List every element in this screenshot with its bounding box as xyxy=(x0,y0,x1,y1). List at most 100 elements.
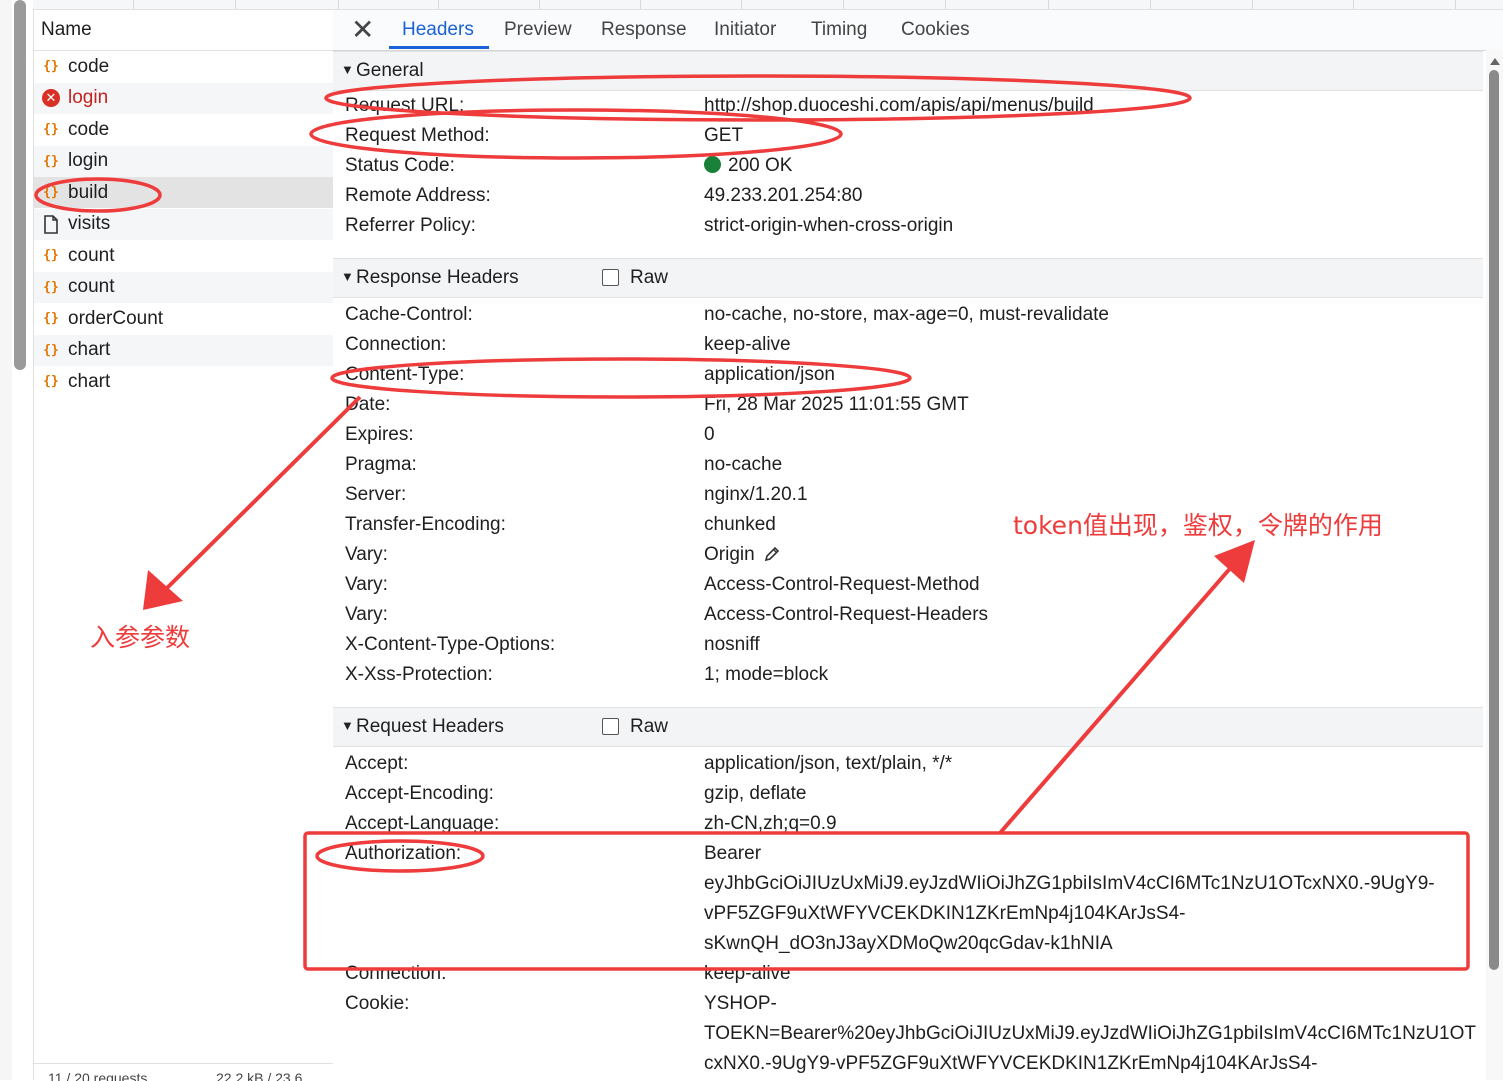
general-section-header[interactable]: ▼ General xyxy=(333,51,1483,91)
tab-initiator[interactable]: Initiator xyxy=(714,19,776,41)
header-value-line[interactable]: eyJhbGciOiJIUzUxMiJ9.eyJzdWIiOiJhZG1pbiI… xyxy=(704,873,1435,895)
header-name[interactable]: Transfer-Encoding: xyxy=(345,514,506,536)
name-column-header[interactable]: Name xyxy=(41,19,92,41)
expand-triangle-icon[interactable]: ▼ xyxy=(341,62,354,77)
expand-triangle-icon[interactable]: ▼ xyxy=(341,718,354,733)
header-value[interactable]: gzip, deflate xyxy=(704,783,806,805)
raw-checkbox[interactable] xyxy=(602,718,619,735)
expand-triangle-icon[interactable]: ▼ xyxy=(341,269,354,284)
tab-timing[interactable]: Timing xyxy=(811,19,867,41)
header-name[interactable]: X-Content-Type-Options: xyxy=(345,634,555,656)
tab-headers[interactable]: Headers xyxy=(402,19,474,41)
header-value-line[interactable]: Bearer xyxy=(704,843,761,865)
header-row: Vary: Access-Control-Request-Method xyxy=(333,571,1483,601)
raw-label[interactable]: Raw xyxy=(630,267,668,289)
request-headers-section-header[interactable]: ▼ Request Headers Raw xyxy=(333,707,1483,747)
header-name[interactable]: Connection: xyxy=(345,334,446,356)
close-icon[interactable]: ✕ xyxy=(351,14,374,46)
header-name[interactable]: Pragma: xyxy=(345,454,417,476)
request-list-header[interactable]: Name xyxy=(34,10,333,51)
header-name[interactable]: Accept: xyxy=(345,753,408,775)
request-row[interactable]: {} code xyxy=(34,51,333,82)
header-name[interactable]: Referrer Policy: xyxy=(345,215,476,237)
error-icon: ✕ xyxy=(42,89,60,107)
header-name[interactable]: Vary: xyxy=(345,574,388,596)
header-value[interactable]: application/json xyxy=(704,364,835,386)
header-name[interactable]: Request Method: xyxy=(345,125,490,147)
header-name[interactable]: Accept-Language: xyxy=(345,813,499,835)
header-name[interactable]: Request URL: xyxy=(345,95,464,117)
raw-checkbox[interactable] xyxy=(602,269,619,286)
header-value-line[interactable]: cxNX0.-9UgY9-vPF5ZGF9uXtWFYVCEKDKIN1ZKrE… xyxy=(704,1053,1317,1075)
header-name[interactable]: Remote Address: xyxy=(345,185,491,207)
pencil-icon[interactable] xyxy=(763,545,781,569)
header-name[interactable]: Cache-Control: xyxy=(345,304,473,326)
header-value[interactable]: 49.233.201.254:80 xyxy=(704,185,863,207)
header-name[interactable]: Connection: xyxy=(345,963,446,985)
details-scrollbar[interactable] xyxy=(1486,50,1503,1080)
header-name[interactable]: Expires: xyxy=(345,424,414,446)
header-name[interactable]: Content-Type: xyxy=(345,364,464,386)
page-scrollbar-thumb[interactable] xyxy=(14,0,26,370)
response-headers-title: Response Headers xyxy=(356,267,519,288)
header-value[interactable]: keep-alive xyxy=(704,963,791,985)
header-name[interactable]: Cookie: xyxy=(345,993,409,1015)
header-value-line[interactable]: YSHOP- xyxy=(704,993,777,1015)
header-name[interactable]: Vary: xyxy=(345,544,388,566)
header-value[interactable]: 0 xyxy=(704,424,715,446)
request-row[interactable]: visits xyxy=(34,208,333,240)
header-value[interactable]: Access-Control-Request-Headers xyxy=(704,604,988,626)
header-value[interactable]: Fri, 28 Mar 2025 11:01:55 GMT xyxy=(704,394,969,416)
header-name[interactable]: Date: xyxy=(345,394,390,416)
header-value[interactable]: 200 OK xyxy=(704,155,792,177)
request-row[interactable]: {} code xyxy=(34,114,333,145)
header-name[interactable]: Authorization: xyxy=(345,843,461,865)
request-row[interactable]: {} count xyxy=(34,271,333,303)
tab-response[interactable]: Response xyxy=(601,19,687,41)
header-value[interactable]: zh-CN,zh;q=0.9 xyxy=(704,813,837,835)
header-name[interactable]: Status Code: xyxy=(345,155,455,177)
request-row[interactable]: {} build xyxy=(34,177,333,208)
request-row[interactable]: {} orderCount xyxy=(34,303,333,334)
header-value[interactable]: 1; mode=block xyxy=(704,664,828,686)
request-name: login xyxy=(68,150,109,171)
header-value[interactable]: Access-Control-Request-Method xyxy=(704,574,980,596)
header-value[interactable]: strict-origin-when-cross-origin xyxy=(704,215,953,237)
header-row: Vary: Origin xyxy=(333,541,1483,571)
header-name[interactable]: Server: xyxy=(345,484,406,506)
request-row[interactable]: {} chart xyxy=(34,366,333,397)
request-row[interactable]: {} login xyxy=(34,145,333,177)
scroll-up-arrow-icon[interactable] xyxy=(1490,58,1500,65)
header-value[interactable]: nosniff xyxy=(704,634,760,656)
header-value[interactable]: Origin xyxy=(704,544,781,569)
header-value-line[interactable]: TOEKN=Bearer%20eyJhbGciOiJIUzUxMiJ9.eyJz… xyxy=(704,1023,1476,1045)
header-value[interactable]: GET xyxy=(704,125,743,147)
request-row[interactable]: {} chart xyxy=(34,334,333,366)
header-value[interactable]: keep-alive xyxy=(704,334,791,356)
details-scrollbar-thumb[interactable] xyxy=(1489,70,1499,970)
header-name[interactable]: Accept-Encoding: xyxy=(345,783,494,805)
top-toolbar-strip xyxy=(33,0,1503,10)
header-value-line[interactable]: sKwnQH_dO3nJ3ayXDMoQw20qcGdav-k1hNIA xyxy=(704,933,1113,955)
header-row: Date: Fri, 28 Mar 2025 11:01:55 GMT xyxy=(333,391,1483,421)
toolbar-divider xyxy=(438,0,439,9)
header-row: Referrer Policy: strict-origin-when-cross… xyxy=(333,212,1483,242)
header-name[interactable]: X-Xss-Protection: xyxy=(345,664,493,686)
response-headers-section-header[interactable]: ▼ Response Headers Raw xyxy=(333,258,1483,298)
request-row[interactable]: {} count xyxy=(34,240,333,271)
header-value[interactable]: no-cache xyxy=(704,454,782,476)
request-row[interactable]: ✕ login xyxy=(34,82,333,114)
header-value[interactable]: nginx/1.20.1 xyxy=(704,484,808,506)
tab-cookies[interactable]: Cookies xyxy=(901,19,970,41)
raw-label[interactable]: Raw xyxy=(630,716,668,738)
tab-preview[interactable]: Preview xyxy=(504,19,572,41)
header-value[interactable]: no-cache, no-store, max-age=0, must-reva… xyxy=(704,304,1109,326)
header-row: Connection: keep-alive xyxy=(333,960,1483,990)
header-value[interactable]: chunked xyxy=(704,514,776,536)
header-value[interactable]: application/json, text/plain, */* xyxy=(704,753,952,775)
header-value[interactable]: http://shop.duoceshi.com/apis/api/menus/… xyxy=(704,95,1094,117)
toolbar-divider xyxy=(1455,0,1456,9)
header-name[interactable]: Vary: xyxy=(345,604,388,626)
header-value-line[interactable]: vPF5ZGF9uXtWFYVCEKDKIN1ZKrEmNp4j104KArJs… xyxy=(704,903,1185,925)
fetch-braces-icon: {} xyxy=(43,248,59,263)
